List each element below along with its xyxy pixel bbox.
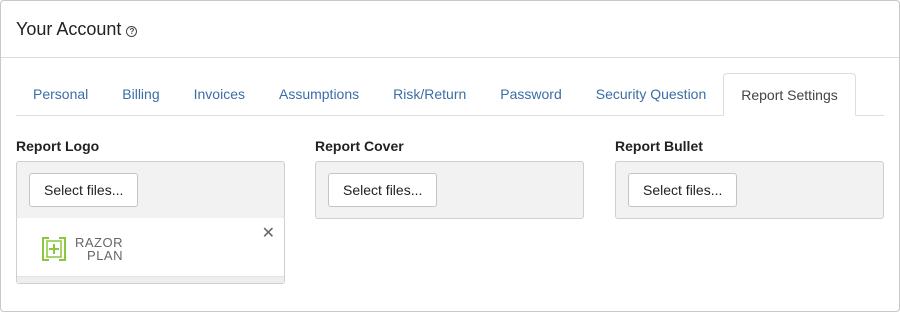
report-cover-label: Report Cover [315, 138, 404, 154]
report-cover-dropzone[interactable]: Select files... [315, 161, 584, 219]
tab-risk-return[interactable]: Risk/Return [376, 73, 483, 115]
report-logo-file-list: RAZOR PLAN ✕ [16, 218, 285, 284]
report-cover-upload: Report Cover Select files... [315, 137, 584, 219]
report-cover-select-button[interactable]: Select files... [328, 173, 438, 207]
report-logo-label: Report Logo [16, 138, 100, 154]
question-circle-icon[interactable]: ? [126, 25, 138, 37]
report-bullet-upload: Report Bullet Select files... [615, 137, 884, 219]
razor-plan-logo-mark [42, 237, 66, 261]
tab-billing[interactable]: Billing [105, 73, 176, 115]
report-bullet-select-button[interactable]: Select files... [628, 173, 738, 207]
file-progress-bar [17, 276, 284, 283]
tab-security-question[interactable]: Security Question [579, 73, 724, 115]
report-logo-select-button[interactable]: Select files... [29, 173, 139, 207]
logo-line-2: PLAN [87, 248, 123, 263]
tab-report-settings[interactable]: Report Settings [723, 73, 856, 116]
tab-personal[interactable]: Personal [16, 73, 105, 115]
report-logo-dropzone[interactable]: Select files... [16, 161, 285, 219]
account-panel: Your Account ? Personal Billing Invoices… [0, 0, 900, 312]
report-bullet-label: Report Bullet [615, 138, 703, 154]
tab-assumptions[interactable]: Assumptions [262, 73, 376, 115]
remove-file-icon[interactable]: ✕ [262, 226, 275, 242]
razor-plan-logo: RAZOR PLAN [39, 234, 123, 264]
panel-header: Your Account ? [1, 1, 899, 58]
page-title: Your Account [16, 18, 122, 39]
report-bullet-dropzone[interactable]: Select files... [615, 161, 884, 219]
razor-plan-logo-text: RAZOR PLAN [75, 236, 123, 262]
tab-invoices[interactable]: Invoices [177, 73, 262, 115]
tab-password[interactable]: Password [483, 73, 578, 115]
report-logo-upload: Report Logo Select files... RAZOR PLAN ✕ [16, 137, 285, 284]
account-tabs: Personal Billing Invoices Assumptions Ri… [16, 73, 884, 116]
